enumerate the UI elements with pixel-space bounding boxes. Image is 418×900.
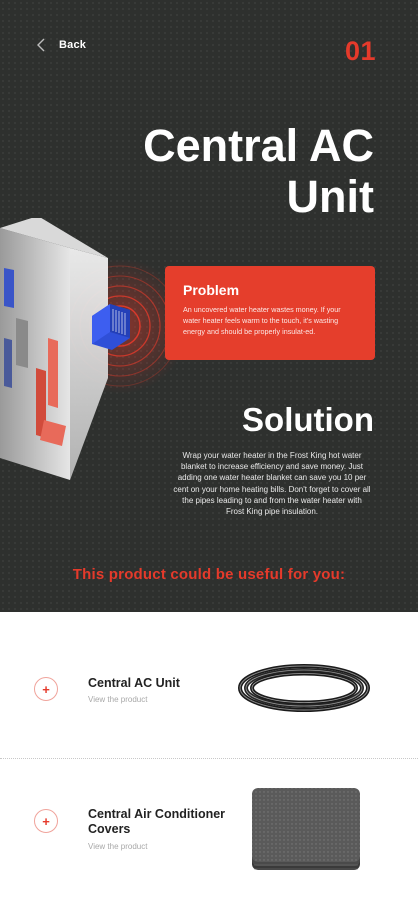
add-product-button[interactable]: +	[34, 809, 58, 833]
problem-card: Problem An uncovered water heater wastes…	[165, 266, 375, 360]
products-heading: This product could be useful for you:	[72, 566, 346, 583]
coiled-hose-image	[238, 664, 370, 712]
plus-icon: +	[42, 813, 50, 829]
back-button[interactable]: Back	[36, 38, 86, 52]
product-name: Central Air Conditioner Covers	[88, 807, 226, 836]
problem-title: Problem	[183, 282, 240, 298]
view-product-link[interactable]: View the product	[88, 842, 147, 851]
cover-pad-image	[252, 788, 360, 870]
add-product-button[interactable]: +	[34, 677, 58, 701]
solution-text: Wrap your water heater in the Frost King…	[173, 451, 371, 517]
page-number: 01	[344, 36, 376, 66]
chevron-left-icon	[37, 38, 45, 52]
view-product-link[interactable]: View the product	[88, 695, 147, 704]
plus-icon: +	[42, 681, 50, 697]
solution-title: Solution	[242, 401, 374, 438]
back-label: Back	[59, 39, 87, 51]
page-title: Central AC Unit	[143, 120, 374, 222]
product-name: Central AC Unit	[88, 676, 180, 690]
hero-section: Back 01 Central AC Unit Problem An uncov…	[0, 0, 418, 612]
divider	[0, 758, 418, 759]
problem-text: An uncovered water heater wastes money. …	[183, 305, 341, 336]
